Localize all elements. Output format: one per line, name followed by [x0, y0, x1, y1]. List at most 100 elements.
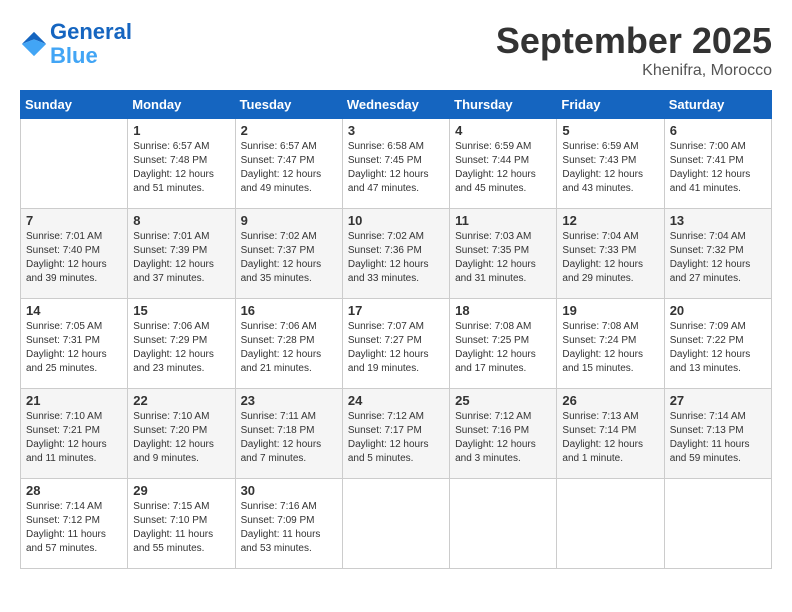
day-info: Sunrise: 7:01 AM Sunset: 7:40 PM Dayligh…	[26, 230, 122, 286]
calendar-cell: 20 Sunrise: 7:09 AM Sunset: 7:22 PM Dayli…	[664, 299, 771, 389]
day-info: Sunrise: 7:12 AM Sunset: 7:17 PM Dayligh…	[348, 410, 444, 466]
calendar-cell: 4 Sunrise: 6:59 AM Sunset: 7:44 PM Daylig…	[450, 119, 557, 209]
weekday-header-friday: Friday	[557, 91, 664, 119]
calendar-cell: 29 Sunrise: 7:15 AM Sunset: 7:10 PM Dayli…	[128, 479, 235, 569]
weekday-header-row: SundayMondayTuesdayWednesdayThursdayFrid…	[21, 91, 772, 119]
weekday-header-tuesday: Tuesday	[235, 91, 342, 119]
day-info: Sunrise: 7:11 AM Sunset: 7:18 PM Dayligh…	[241, 410, 337, 466]
day-info: Sunrise: 7:08 AM Sunset: 7:24 PM Dayligh…	[562, 320, 658, 376]
day-number: 3	[348, 123, 444, 138]
day-info: Sunrise: 7:12 AM Sunset: 7:16 PM Dayligh…	[455, 410, 551, 466]
day-info: Sunrise: 6:57 AM Sunset: 7:47 PM Dayligh…	[241, 140, 337, 196]
day-number: 28	[26, 483, 122, 498]
day-info: Sunrise: 7:08 AM Sunset: 7:25 PM Dayligh…	[455, 320, 551, 376]
calendar-cell	[557, 479, 664, 569]
logo-line2: Blue	[50, 43, 98, 68]
day-number: 4	[455, 123, 551, 138]
month-title: September 2025	[496, 20, 772, 62]
day-number: 21	[26, 393, 122, 408]
day-info: Sunrise: 7:04 AM Sunset: 7:33 PM Dayligh…	[562, 230, 658, 286]
calendar-cell: 26 Sunrise: 7:13 AM Sunset: 7:14 PM Dayli…	[557, 389, 664, 479]
calendar-cell	[664, 479, 771, 569]
calendar-week-1: 1 Sunrise: 6:57 AM Sunset: 7:48 PM Daylig…	[21, 119, 772, 209]
calendar-cell: 30Sunrise: 7:16 AM Sunset: 7:09 PM Dayli…	[235, 479, 342, 569]
day-info: Sunrise: 7:03 AM Sunset: 7:35 PM Dayligh…	[455, 230, 551, 286]
calendar-cell: 22Sunrise: 7:10 AM Sunset: 7:20 PM Dayli…	[128, 389, 235, 479]
calendar-cell: 2Sunrise: 6:57 AM Sunset: 7:47 PM Daylig…	[235, 119, 342, 209]
day-number: 26	[562, 393, 658, 408]
calendar-cell: 16 Sunrise: 7:06 AM Sunset: 7:28 PM Dayli…	[235, 299, 342, 389]
day-number: 29	[133, 483, 229, 498]
day-info: Sunrise: 7:02 AM Sunset: 7:37 PM Dayligh…	[241, 230, 337, 286]
day-info: Sunrise: 7:06 AM Sunset: 7:29 PM Dayligh…	[133, 320, 229, 376]
calendar-cell: 27 Sunrise: 7:14 AM Sunset: 7:13 PM Dayli…	[664, 389, 771, 479]
logo-icon	[20, 30, 48, 58]
logo: General Blue	[20, 20, 132, 68]
day-number: 30	[241, 483, 337, 498]
day-info: Sunrise: 6:58 AM Sunset: 7:45 PM Dayligh…	[348, 140, 444, 196]
calendar-cell: 10 Sunrise: 7:02 AM Sunset: 7:36 PM Dayli…	[342, 209, 449, 299]
weekday-header-wednesday: Wednesday	[342, 91, 449, 119]
day-info: Sunrise: 7:00 AM Sunset: 7:41 PM Dayligh…	[670, 140, 766, 196]
calendar-cell: 12Sunrise: 7:04 AM Sunset: 7:33 PM Dayli…	[557, 209, 664, 299]
logo-text: General Blue	[50, 20, 132, 68]
calendar-week-5: 28 Sunrise: 7:14 AM Sunset: 7:12 PM Dayli…	[21, 479, 772, 569]
calendar-cell: 1 Sunrise: 6:57 AM Sunset: 7:48 PM Daylig…	[128, 119, 235, 209]
day-info: Sunrise: 7:14 AM Sunset: 7:12 PM Dayligh…	[26, 500, 122, 556]
day-number: 27	[670, 393, 766, 408]
day-number: 15	[133, 303, 229, 318]
day-info: Sunrise: 7:06 AM Sunset: 7:28 PM Dayligh…	[241, 320, 337, 376]
day-number: 25	[455, 393, 551, 408]
day-number: 17	[348, 303, 444, 318]
weekday-header-saturday: Saturday	[664, 91, 771, 119]
day-number: 23	[241, 393, 337, 408]
day-number: 14	[26, 303, 122, 318]
calendar-cell: 9 Sunrise: 7:02 AM Sunset: 7:37 PM Daylig…	[235, 209, 342, 299]
day-number: 1	[133, 123, 229, 138]
day-info: Sunrise: 7:14 AM Sunset: 7:13 PM Dayligh…	[670, 410, 766, 466]
day-number: 18	[455, 303, 551, 318]
day-info: Sunrise: 7:05 AM Sunset: 7:31 PM Dayligh…	[26, 320, 122, 376]
day-number: 10	[348, 213, 444, 228]
calendar-week-2: 7 Sunrise: 7:01 AM Sunset: 7:40 PM Daylig…	[21, 209, 772, 299]
day-number: 16	[241, 303, 337, 318]
calendar-cell: 15 Sunrise: 7:06 AM Sunset: 7:29 PM Dayli…	[128, 299, 235, 389]
day-number: 20	[670, 303, 766, 318]
calendar-cell	[342, 479, 449, 569]
calendar-cell: 3 Sunrise: 6:58 AM Sunset: 7:45 PM Daylig…	[342, 119, 449, 209]
calendar-cell: 7 Sunrise: 7:01 AM Sunset: 7:40 PM Daylig…	[21, 209, 128, 299]
calendar-cell: 19Sunrise: 7:08 AM Sunset: 7:24 PM Dayli…	[557, 299, 664, 389]
day-info: Sunrise: 6:57 AM Sunset: 7:48 PM Dayligh…	[133, 140, 229, 196]
calendar-cell: 13Sunrise: 7:04 AM Sunset: 7:32 PM Dayli…	[664, 209, 771, 299]
day-info: Sunrise: 7:15 AM Sunset: 7:10 PM Dayligh…	[133, 500, 229, 556]
calendar-cell	[450, 479, 557, 569]
day-number: 24	[348, 393, 444, 408]
location: Khenifra, Morocco	[496, 62, 772, 80]
day-info: Sunrise: 6:59 AM Sunset: 7:44 PM Dayligh…	[455, 140, 551, 196]
calendar-cell: 21Sunrise: 7:10 AM Sunset: 7:21 PM Dayli…	[21, 389, 128, 479]
calendar-cell: 8Sunrise: 7:01 AM Sunset: 7:39 PM Daylig…	[128, 209, 235, 299]
day-info: Sunrise: 7:09 AM Sunset: 7:22 PM Dayligh…	[670, 320, 766, 376]
calendar-cell	[21, 119, 128, 209]
day-info: Sunrise: 7:02 AM Sunset: 7:36 PM Dayligh…	[348, 230, 444, 286]
calendar-cell: 17 Sunrise: 7:07 AM Sunset: 7:27 PM Dayli…	[342, 299, 449, 389]
calendar-cell: 18 Sunrise: 7:08 AM Sunset: 7:25 PM Dayli…	[450, 299, 557, 389]
calendar-cell: 25 Sunrise: 7:12 AM Sunset: 7:16 PM Dayli…	[450, 389, 557, 479]
day-number: 22	[133, 393, 229, 408]
day-number: 7	[26, 213, 122, 228]
page-header: General Blue September 2025 Khenifra, Mo…	[20, 20, 772, 80]
day-number: 9	[241, 213, 337, 228]
calendar-week-3: 14 Sunrise: 7:05 AM Sunset: 7:31 PM Dayli…	[21, 299, 772, 389]
day-number: 13	[670, 213, 766, 228]
day-info: Sunrise: 7:07 AM Sunset: 7:27 PM Dayligh…	[348, 320, 444, 376]
weekday-header-monday: Monday	[128, 91, 235, 119]
logo-line1: General	[50, 19, 132, 44]
calendar-cell: 11Sunrise: 7:03 AM Sunset: 7:35 PM Dayli…	[450, 209, 557, 299]
title-area: September 2025 Khenifra, Morocco	[496, 20, 772, 80]
calendar-table: SundayMondayTuesdayWednesdayThursdayFrid…	[20, 90, 772, 569]
calendar-week-4: 21Sunrise: 7:10 AM Sunset: 7:21 PM Dayli…	[21, 389, 772, 479]
day-number: 5	[562, 123, 658, 138]
calendar-cell: 6Sunrise: 7:00 AM Sunset: 7:41 PM Daylig…	[664, 119, 771, 209]
day-info: Sunrise: 7:13 AM Sunset: 7:14 PM Dayligh…	[562, 410, 658, 466]
calendar-cell: 23 Sunrise: 7:11 AM Sunset: 7:18 PM Dayli…	[235, 389, 342, 479]
